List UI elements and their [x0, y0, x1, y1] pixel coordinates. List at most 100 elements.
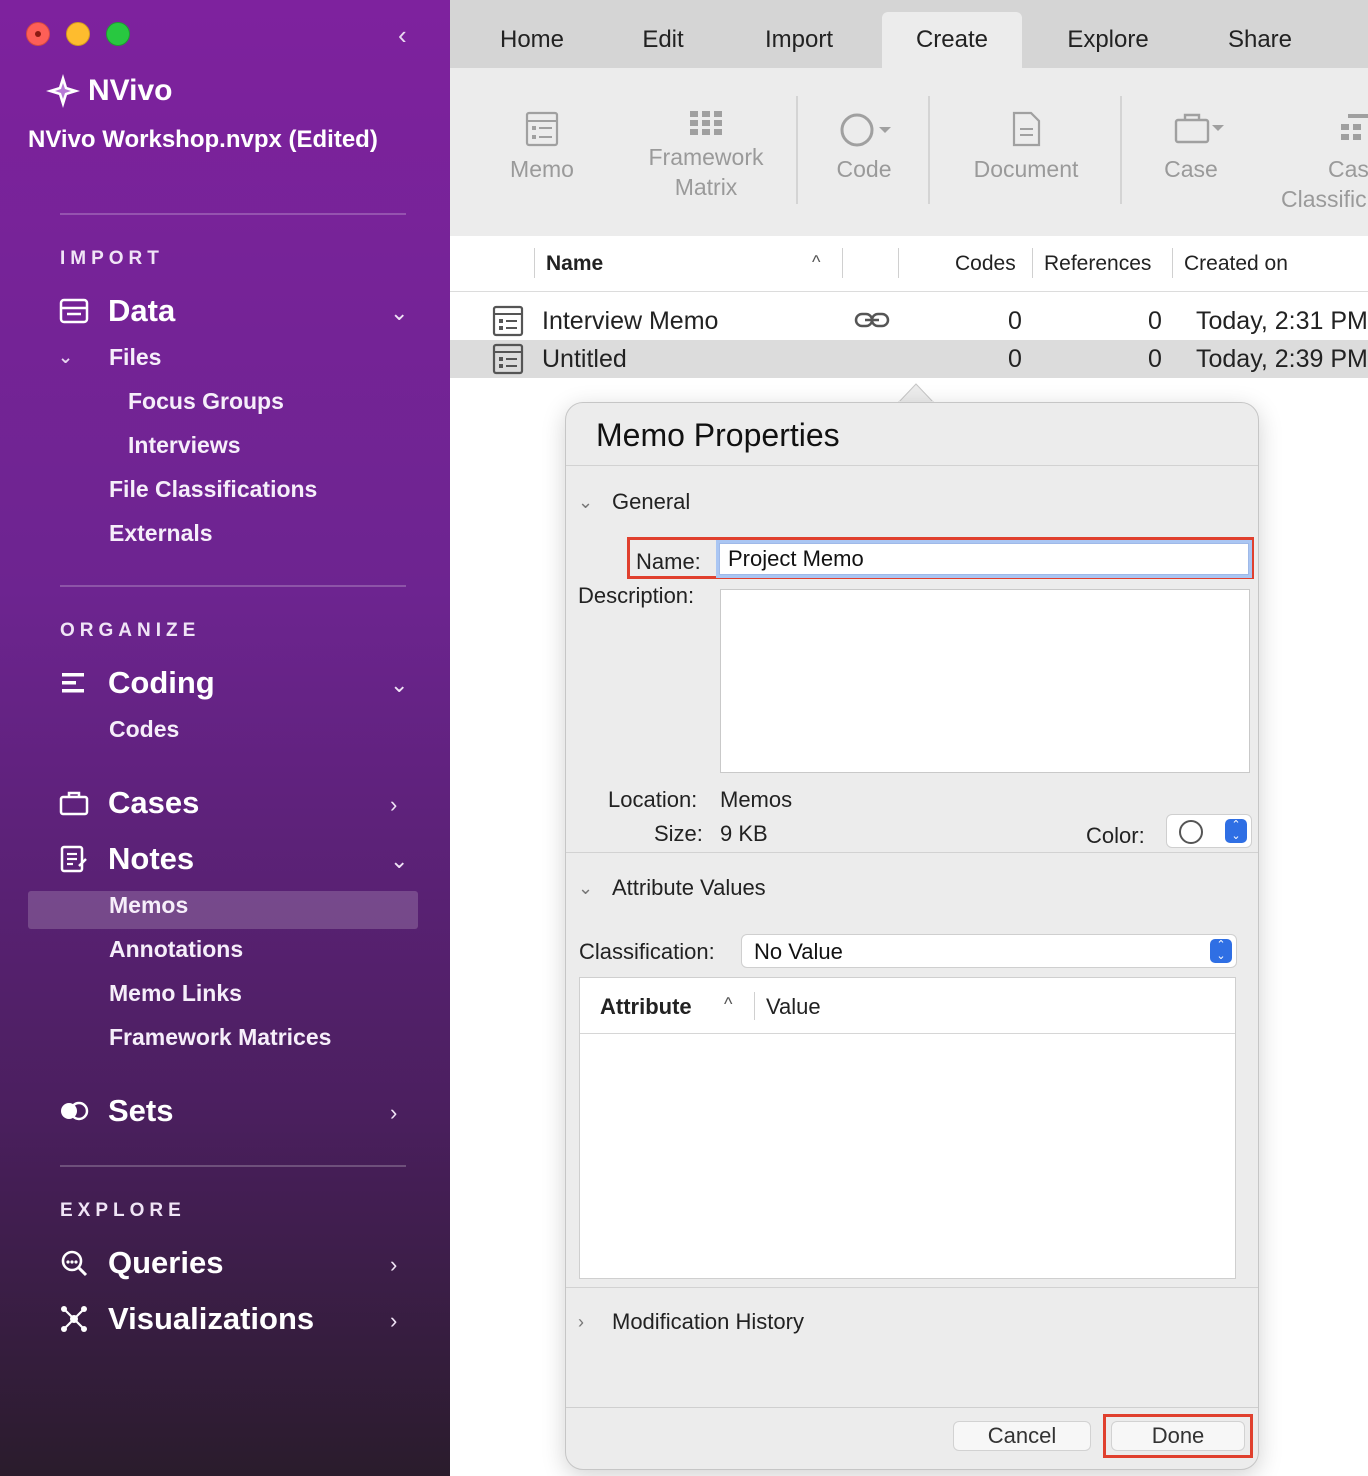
sidebar-item-annotations[interactable]: Annotations — [109, 936, 243, 963]
document-button[interactable]: Document — [958, 104, 1094, 184]
general-section-toggle[interactable]: ⌄ General — [578, 489, 690, 515]
attribute-table[interactable]: Attribute ^ Value — [579, 977, 1236, 1279]
minimize-window-button[interactable] — [66, 22, 90, 46]
sidebar-item-files[interactable]: Files — [109, 344, 161, 371]
sidebar-item-codes[interactable]: Codes — [109, 716, 179, 743]
column-header-references[interactable]: References — [1044, 252, 1151, 276]
column-header-value[interactable]: Value — [766, 994, 821, 1020]
divider — [566, 1407, 1258, 1408]
sidebar-item-memo-links[interactable]: Memo Links — [109, 980, 242, 1007]
column-separator — [898, 248, 899, 278]
description-field[interactable] — [720, 589, 1250, 773]
sidebar-item-file-classifications[interactable]: File Classifications — [109, 476, 317, 503]
row-created: Today, 2:31 PM — [1196, 307, 1368, 335]
attribute-values-section-toggle[interactable]: ⌄ Attribute Values — [578, 875, 766, 901]
chevron-right-icon[interactable]: › — [390, 1308, 397, 1334]
divider — [60, 585, 406, 587]
sidebar-item-label: Sets — [108, 1093, 174, 1128]
memo-button[interactable]: Memo — [490, 104, 594, 184]
sidebar-item-memos[interactable]: Memos — [109, 892, 188, 919]
cancel-button[interactable]: Cancel — [953, 1421, 1091, 1451]
column-header-name[interactable]: Name — [546, 252, 603, 276]
sidebar-item-focus-groups[interactable]: Focus Groups — [128, 388, 284, 415]
tab-import[interactable]: Import — [736, 12, 862, 68]
tab-share[interactable]: Share — [1202, 12, 1318, 68]
color-picker[interactable]: ⌃ ⌄ — [1166, 814, 1252, 848]
sidebar-item-queries[interactable]: Queries — [58, 1245, 223, 1281]
name-field[interactable] — [719, 543, 1249, 575]
column-header-created-on[interactable]: Created on — [1184, 252, 1288, 276]
chevron-down-icon: ⌄ — [578, 877, 594, 898]
sidebar-item-notes[interactable]: Notes — [58, 841, 194, 877]
size-value: 9 KB — [720, 821, 768, 846]
chevron-down-icon[interactable]: ⌄ — [58, 347, 73, 368]
up-down-stepper-icon: ⌃ ⌄ — [1210, 939, 1232, 963]
tab-edit[interactable]: Edit — [610, 12, 716, 68]
row-name: Untitled — [542, 345, 627, 373]
column-separator — [1172, 248, 1173, 278]
tab-explore[interactable]: Explore — [1044, 12, 1172, 68]
case-button[interactable]: Case — [1148, 104, 1234, 184]
app-logo: NVivo — [44, 72, 172, 110]
sidebar-item-coding[interactable]: Coding — [58, 665, 215, 701]
column-separator — [842, 248, 843, 278]
sidebar-item-framework-matrices[interactable]: Framework Matrices — [109, 1024, 331, 1051]
divider — [566, 465, 1258, 466]
tab-home[interactable]: Home — [472, 12, 592, 68]
chevron-down-icon[interactable]: ⌄ — [390, 848, 408, 874]
code-button-label: Code — [836, 156, 892, 182]
section-heading-organize: ORGANIZE — [60, 620, 201, 641]
section-heading-explore: EXPLORE — [60, 1200, 186, 1221]
close-window-button[interactable] — [26, 22, 50, 46]
popover-arrow — [898, 383, 934, 403]
modification-history-section-toggle[interactable]: › Modification History — [578, 1309, 804, 1335]
column-header-attribute[interactable]: Attribute — [600, 994, 692, 1020]
chevron-down-icon[interactable]: ⌄ — [390, 672, 408, 698]
sort-ascending-icon[interactable]: ^ — [724, 994, 732, 1015]
table-row[interactable]: Untitled 0 0 Today, 2:39 PM — [450, 340, 1368, 378]
location-value: Memos — [720, 787, 793, 812]
chevron-left-icon[interactable]: ‹ — [398, 20, 407, 51]
case-classification-button[interactable]: Cas Classific — [1280, 104, 1368, 214]
case-button-label: Case — [1164, 156, 1218, 182]
framework-matrix-button[interactable]: Framework Matrix — [636, 104, 776, 202]
chevron-right-icon[interactable]: › — [390, 792, 397, 818]
list-header: Name ^ Codes References Created on — [450, 236, 1368, 292]
zoom-window-button[interactable] — [106, 22, 130, 46]
column-separator — [534, 248, 535, 278]
chevron-down-icon[interactable]: ⌄ — [390, 300, 408, 326]
briefcase-icon — [1148, 104, 1234, 154]
chevron-right-icon[interactable]: › — [390, 1252, 397, 1278]
table-row[interactable]: Interview Memo 0 0 Today, 2:31 PM — [450, 302, 1368, 340]
column-separator — [1032, 248, 1033, 278]
description-label: Description: — [578, 583, 695, 608]
location-label: Location: — [608, 787, 698, 812]
column-header-codes[interactable]: Codes — [955, 252, 1016, 276]
project-title: NVivo Workshop.nvpx (Edited) — [28, 126, 378, 153]
case-classification-label-1: Cas — [1328, 156, 1368, 182]
divider — [60, 1165, 406, 1167]
classification-select[interactable]: No Value ⌃ ⌄ — [741, 934, 1237, 968]
sidebar-item-sets[interactable]: Sets — [58, 1093, 173, 1129]
chevron-down-icon: ⌄ — [578, 491, 594, 512]
sidebar-item-data[interactable]: Data — [58, 293, 175, 329]
ribbon-separator — [1120, 96, 1122, 204]
notes-icon — [58, 843, 90, 875]
sidebar-item-cases[interactable]: Cases — [58, 785, 199, 821]
classification-value: No Value — [754, 939, 843, 964]
sort-ascending-icon[interactable]: ^ — [812, 252, 820, 273]
sidebar-item-label: Queries — [108, 1245, 224, 1280]
dialog-title: Memo Properties — [596, 417, 840, 453]
done-highlight-box — [1103, 1414, 1253, 1458]
color-label: Color: — [1086, 823, 1145, 848]
row-codes: 0 — [1008, 307, 1022, 335]
sidebar-item-externals[interactable]: Externals — [109, 520, 213, 547]
attribute-table-header: Attribute ^ Value — [580, 978, 1235, 1034]
code-button[interactable]: Code — [818, 104, 910, 184]
sidebar-item-interviews[interactable]: Interviews — [128, 432, 241, 459]
ribbon-separator — [796, 96, 798, 204]
divider — [60, 213, 406, 215]
sidebar-item-visualizations[interactable]: Visualizations — [58, 1301, 314, 1337]
chevron-right-icon[interactable]: › — [390, 1100, 397, 1126]
tab-create[interactable]: Create — [882, 12, 1022, 68]
